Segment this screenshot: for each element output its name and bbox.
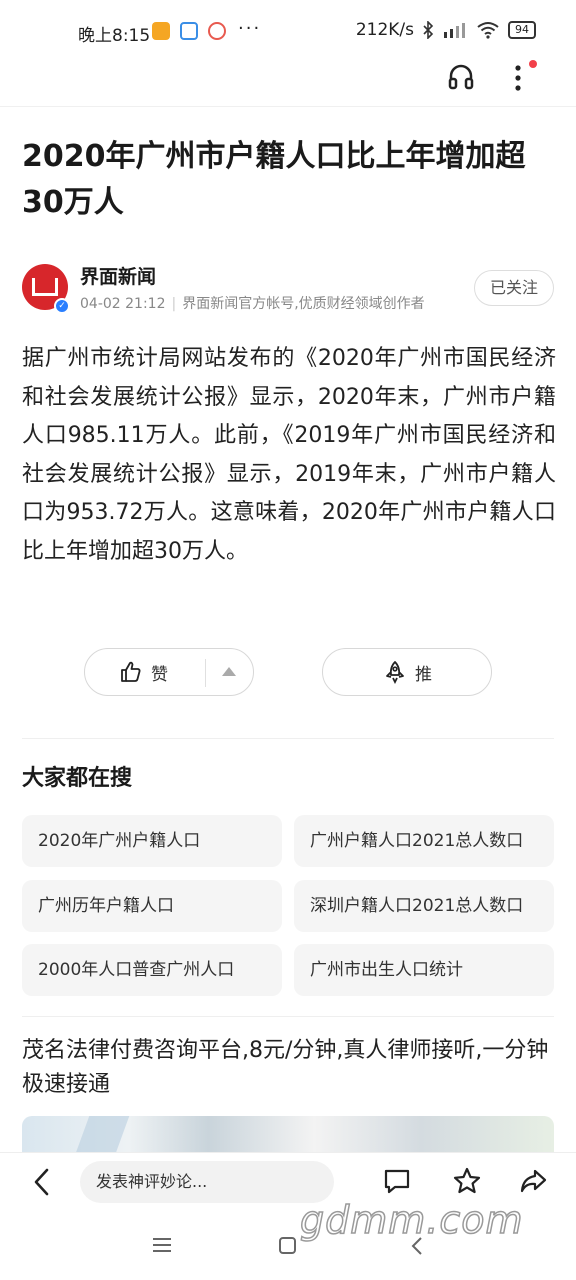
publish-date: 04-02 21:12 <box>80 296 166 312</box>
system-nav-bar: gdmm.com <box>0 1197 576 1280</box>
author-name[interactable]: 界面新闻 <box>80 262 156 289</box>
status-bar: 晚上8:15 ··· 212K/s 94 <box>0 0 576 62</box>
push-button[interactable]: 推 <box>322 648 492 696</box>
nav-back-icon[interactable] <box>410 1236 424 1256</box>
ad-image[interactable] <box>22 1116 554 1156</box>
star-icon[interactable] <box>452 1166 482 1196</box>
brand-logo-icon <box>32 278 58 296</box>
section-divider <box>22 1016 554 1017</box>
share-icon[interactable] <box>518 1166 548 1196</box>
section-divider <box>22 738 554 739</box>
author-avatar[interactable]: ✓ <box>22 264 70 314</box>
meta-separator: | <box>171 296 177 312</box>
search-suggestion-chip[interactable]: 2000年人口普查广州人口 <box>22 944 282 996</box>
verified-badge-icon: ✓ <box>54 298 70 314</box>
search-section-title: 大家都在搜 <box>22 766 133 791</box>
author-row: ✓ 界面新闻 04-02 21:12 | 界面新闻官方帐号,优质财经领域创作者 已关… <box>22 262 554 314</box>
battery-indicator: 94 <box>508 21 536 39</box>
author-meta: 04-02 21:12 | 界面新闻官方帐号,优质财经领域创作者 <box>80 293 425 313</box>
notification-dot <box>529 60 537 68</box>
search-suggestion-chip[interactable]: 深圳户籍人口2021总人数口 <box>294 880 554 932</box>
more-vertical-icon[interactable] <box>512 62 524 94</box>
search-suggestion-chip[interactable]: 广州历年户籍人口 <box>22 880 282 932</box>
app-notification-icon <box>152 22 170 40</box>
article-body: 据广州市统计局网站发布的《2020年广州市国民经济和社会发展统计公报》显示，20… <box>22 346 556 564</box>
back-arrow-icon[interactable] <box>30 1167 54 1197</box>
thumbs-up-icon[interactable] <box>119 660 143 684</box>
search-suggestion-chip[interactable]: 广州户籍人口2021总人数口 <box>294 815 554 867</box>
bluetooth-icon <box>423 21 434 39</box>
status-indicators: 212K/s 94 <box>356 20 536 40</box>
status-app-icons <box>152 22 226 40</box>
wifi-icon <box>477 22 499 39</box>
follow-button[interactable]: 已关注 <box>474 270 554 306</box>
top-actions <box>446 60 576 100</box>
ad-title[interactable]: 茂名法律付费咨询平台,8元/分钟,真人律师接听,一分钟极速接通 <box>22 1034 556 1102</box>
author-description: 界面新闻官方帐号,优质财经领域创作者 <box>182 296 425 312</box>
expand-caret-icon[interactable] <box>222 667 236 676</box>
app-notification-icon <box>208 22 226 40</box>
home-icon[interactable] <box>279 1237 296 1254</box>
app-notification-icon <box>180 22 198 40</box>
vote-divider <box>205 659 206 687</box>
comment-icon[interactable] <box>382 1166 412 1196</box>
push-label: 推 <box>415 665 432 685</box>
header-divider <box>0 106 576 107</box>
status-more-indicator: ··· <box>238 18 262 39</box>
headphones-icon[interactable] <box>446 62 476 92</box>
recent-apps-icon[interactable] <box>152 1237 172 1253</box>
signal-icon <box>444 23 465 38</box>
rocket-icon <box>386 661 404 684</box>
comment-input[interactable]: 发表神评妙论... <box>80 1161 334 1203</box>
network-speed: 212K/s <box>355 20 414 40</box>
status-time: 晚上8:15 <box>78 26 151 46</box>
like-label[interactable]: 赞 <box>151 660 168 685</box>
search-suggestion-chip[interactable]: 广州市出生人口统计 <box>294 944 554 996</box>
like-button-group: 赞 <box>84 648 254 696</box>
search-suggestion-chip[interactable]: 2020年广州户籍人口 <box>22 815 282 867</box>
article-title: 2020年广州市户籍人口比上年增加超30万人 <box>22 139 526 220</box>
